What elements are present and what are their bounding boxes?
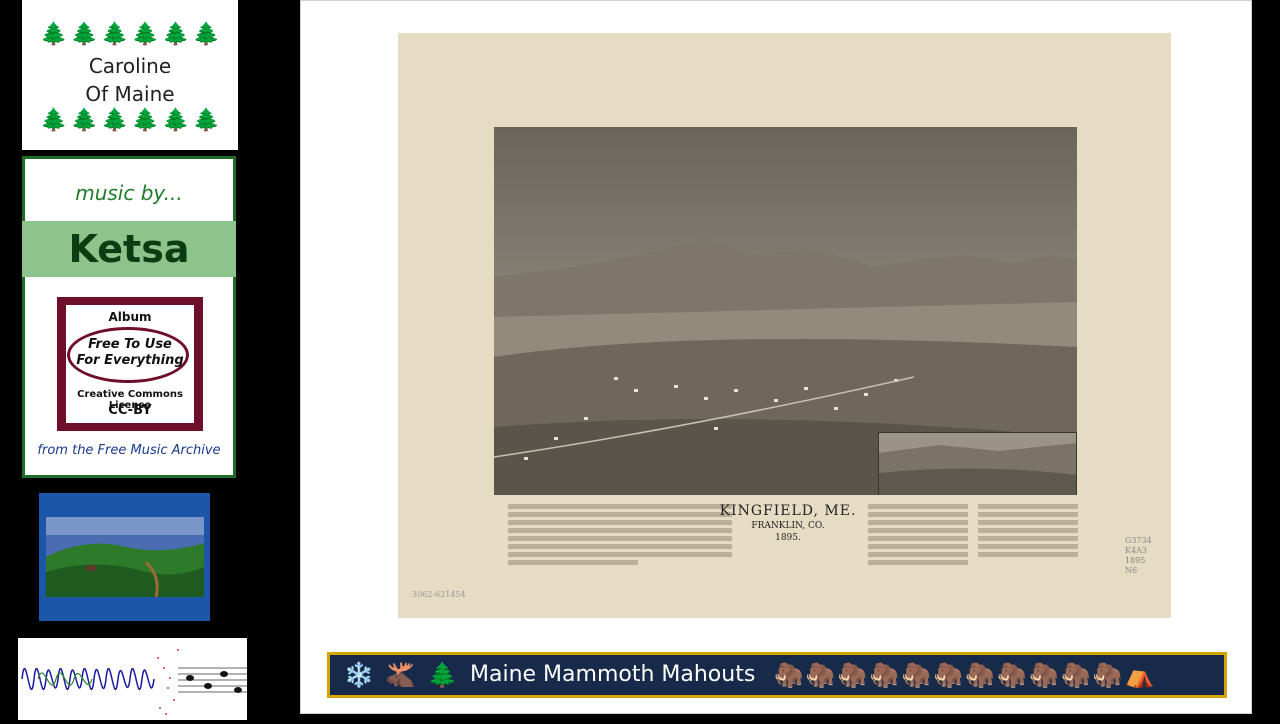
pixel-art-thumbnail: [39, 493, 210, 621]
tree-icon: 🌲: [427, 661, 458, 689]
tree-icon: 🌲: [70, 108, 98, 133]
artist-name: Ketsa: [68, 227, 190, 271]
mammoth-icon: 🦣: [774, 661, 804, 689]
tree-icon: 🌲: [192, 108, 220, 133]
song-title-line2: Of Maine: [85, 82, 175, 106]
tree-icon: 🌲: [192, 22, 220, 47]
catalog-line: K4A3: [1125, 546, 1147, 555]
mammoth-icon: 🦣: [869, 661, 900, 689]
tree-row-top: 🌲 🌲 🌲 🌲 🌲 🌲: [40, 22, 220, 48]
map-legend-right-a: [868, 501, 968, 581]
mammoth-icon: 🦣: [805, 661, 836, 689]
license-code: CC-BY: [108, 403, 152, 418]
map-title: KINGFIELD, ME.: [719, 503, 857, 519]
album-title-line2: For Everything: [76, 353, 184, 368]
waveform-image: [21, 649, 247, 715]
tree-icon: 🌲: [40, 108, 68, 133]
mammoth-icon: 🦣: [901, 661, 932, 689]
map-legend-right-b: [978, 501, 1078, 581]
catalog-line: G3734: [1125, 536, 1152, 545]
inset-image: [879, 433, 1076, 495]
source-credit: from the Free Music Archive: [37, 443, 221, 458]
map-legend-left: [508, 501, 638, 581]
song-banner: ❄️ 🫎 🌲 Maine Mammoth Mahouts 🦣 🦣 🦣 🦣 🦣 🦣…: [327, 652, 1227, 698]
pixel-art-scene: [46, 517, 204, 597]
album-label: Album: [108, 310, 152, 324]
album-badge: Album Free To Use For Everything Creativ…: [57, 297, 203, 431]
music-credit-card: music by... Ketsa Album Free To Use For …: [22, 156, 236, 478]
map-year: 1895.: [775, 533, 801, 543]
mammoth-icon: 🦣: [1092, 661, 1123, 689]
pixel-landscape-image: [46, 517, 204, 597]
tree-icon: 🌲: [101, 22, 129, 47]
tree-icon: 🌲: [131, 108, 159, 133]
main-slide: KINGFIELD, ME. FRANKLIN, CO. 1895. G3734…: [300, 0, 1252, 714]
tree-icon: 🌲: [101, 108, 129, 133]
tree-icon: 🌲: [131, 22, 159, 47]
tree-row-bottom: 🌲 🌲 🌲 🌲 🌲 🌲: [40, 108, 220, 134]
mammoth-icon: 🦣: [933, 661, 964, 689]
tree-icon: 🌲: [162, 22, 190, 47]
map-title-block: KINGFIELD, ME. FRANKLIN, CO. 1895.: [698, 503, 878, 543]
tree-icon: 🌲: [40, 22, 68, 47]
artist-band: Ketsa: [22, 221, 236, 277]
map-illustration: [494, 127, 1077, 495]
tree-icon: 🌲: [162, 108, 190, 133]
catalog-line: N6: [1125, 566, 1138, 575]
mammoth-icon: 🦣: [1029, 661, 1060, 689]
archive-stamp: 3062-621454: [412, 590, 466, 599]
banner-icons: ❄️ 🫎 🌲: [344, 655, 458, 695]
tent-icon: ⛺: [1124, 661, 1155, 689]
map-paper: KINGFIELD, ME. FRANKLIN, CO. 1895. G3734…: [398, 33, 1171, 618]
map-county: FRANKLIN, CO.: [751, 521, 825, 531]
banner-title: Maine Mammoth Mahouts: [470, 662, 756, 687]
mammoth-icon: 🦣: [837, 661, 868, 689]
moose-icon: 🫎: [385, 661, 416, 689]
song-title-line1: Caroline: [88, 54, 172, 78]
catalog-number: G3734 K4A3 1895 N6: [1125, 536, 1152, 576]
waveform-visualizer: [18, 638, 247, 720]
snowflake-icon: ❄️: [344, 661, 374, 689]
mammoth-icon: 🦣: [965, 661, 996, 689]
album-badge-inner: Album Free To Use For Everything Creativ…: [66, 305, 194, 423]
map-inset-view: [878, 432, 1077, 495]
mammoth-icon: 🦣: [997, 661, 1028, 689]
album-title-line1: Free To Use: [88, 337, 172, 352]
music-by-label: music by...: [75, 181, 183, 205]
mammoth-icon: 🦣: [1061, 661, 1091, 689]
tree-icon: 🌲: [70, 22, 98, 47]
catalog-line: 1895: [1125, 556, 1146, 565]
title-card: 🌲 🌲 🌲 🌲 🌲 🌲 Caroline Of Maine 🌲 🌲 🌲 🌲 🌲 …: [22, 0, 238, 150]
mammoth-row: 🦣 🦣 🦣 🦣 🦣 🦣 🦣 🦣 🦣 🦣 🦣 ⛺: [774, 655, 1155, 695]
